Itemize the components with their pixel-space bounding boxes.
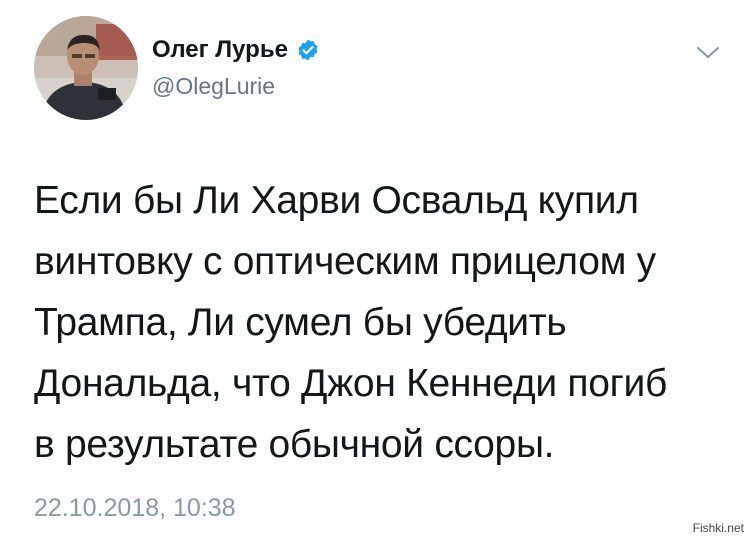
tweet-text: Если бы Ли Харви Освальд купил винтовку … [34, 170, 734, 475]
author-name-row[interactable]: Олег Лурье [152, 36, 320, 64]
display-name[interactable]: Олег Лурье [152, 36, 288, 64]
tweet-timestamp[interactable]: 22.10.2018, 10:38 [34, 492, 236, 524]
tweet-text-line: в результате обычной ссоры. [34, 423, 555, 466]
tweet-card: Олег Лурье @OlegLurie Если бы Ли Харви О… [0, 0, 750, 538]
tweet-text-line: винтовку с оптическим прицелом у [34, 240, 656, 283]
verified-badge-icon [296, 38, 320, 62]
tweet-text-line: Дональда, что Джон Кеннеди погиб [34, 362, 668, 405]
watermark: Fishki.net [690, 521, 746, 535]
user-photo [34, 16, 138, 120]
chevron-down-icon[interactable] [694, 42, 722, 62]
username[interactable]: @OlegLurie [152, 72, 275, 100]
avatar[interactable] [34, 16, 138, 120]
tweet-text-line: Если бы Ли Харви Освальд купил [34, 179, 639, 222]
tweet-text-line: Трампа, Ли сумел бы убедить [34, 301, 567, 344]
